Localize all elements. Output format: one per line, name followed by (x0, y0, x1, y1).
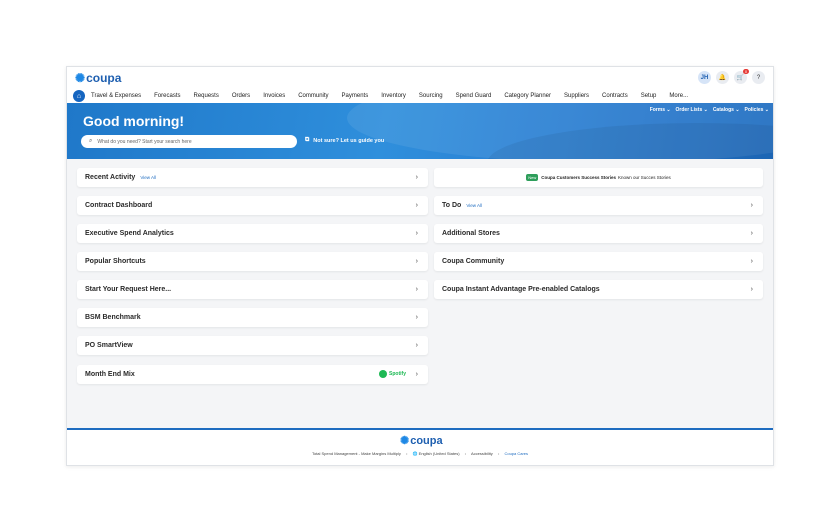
search-icon: ⌕ (89, 138, 93, 144)
coupa-cares-link[interactable]: Coupa Cares (504, 451, 528, 456)
forms-menu[interactable]: Forms ⌄ (650, 107, 671, 113)
footer-links: Total Spend Management - Make Margins Mu… (67, 451, 773, 456)
chevron-right-icon: › (415, 174, 418, 181)
separator: • (406, 451, 408, 456)
spotify-badge[interactable]: Spotify (379, 370, 406, 378)
help-icon[interactable]: ? (752, 71, 765, 84)
card-start-request[interactable]: Start Your Request Here... › (77, 280, 428, 299)
order-lists-menu[interactable]: Order Lists ⌄ (676, 107, 708, 113)
card-po-smartview[interactable]: PO SmartView › (77, 336, 428, 355)
success-title: Coupa Customers Success Stories (541, 175, 616, 180)
external-link-icon: ⧉ (305, 137, 310, 143)
chevron-right-icon: › (415, 286, 418, 293)
nav-forecasts[interactable]: Forecasts (154, 93, 180, 99)
card-label: Recent Activity (85, 174, 136, 181)
nav-payments[interactable]: Payments (342, 93, 369, 99)
card-label: Start Your Request Here... (85, 286, 172, 293)
chevron-right-icon: › (415, 371, 418, 378)
coupa-burst-icon: ✺ (400, 435, 410, 447)
hero-banner: Good morning! ⌕ What do you need? Start … (67, 103, 773, 159)
search-placeholder: What do you need? Start your search here (97, 138, 192, 145)
nav-setup[interactable]: Setup (641, 93, 657, 99)
nav-invoices[interactable]: Invoices (263, 93, 285, 99)
card-popular-shortcuts[interactable]: Popular Shortcuts › (77, 252, 428, 271)
card-label: Popular Shortcuts (85, 258, 146, 265)
card-success-stories[interactable]: New Coupa Customers Success Stories Know… (434, 168, 763, 187)
search-input[interactable]: ⌕ What do you need? Start your search he… (81, 135, 297, 148)
greeting-title: Good morning! (83, 113, 185, 129)
footer-brand-name: coupa (410, 434, 443, 447)
card-label: Executive Spend Analytics (85, 230, 174, 237)
top-header: ✺ coupa JH 🔔 🛒 0 ? (67, 67, 773, 89)
card-label: PO SmartView (85, 342, 133, 349)
nav-inventory[interactable]: Inventory (381, 93, 406, 99)
card-contract-dashboard[interactable]: Contract Dashboard › (77, 196, 428, 215)
guide-link[interactable]: ⧉ Not sure? Let us guide you (305, 137, 384, 144)
view-all-link[interactable]: View All (140, 175, 156, 180)
bell-icon[interactable]: 🔔 (716, 71, 729, 84)
page-footer: ✺ coupa Total Spend Management - Make Ma… (67, 428, 773, 465)
nav-orders[interactable]: Orders (232, 93, 250, 99)
card-executive-spend-analytics[interactable]: Executive Spend Analytics › (77, 224, 428, 243)
card-to-do[interactable]: To Do View All › (434, 196, 763, 215)
nav-requests[interactable]: Requests (193, 93, 218, 99)
card-label: Month End Mix (85, 371, 135, 378)
chevron-right-icon: › (750, 286, 753, 293)
cart-icon[interactable]: 🛒 0 (734, 69, 749, 84)
nav-category-planner[interactable]: Category Planner (504, 93, 551, 99)
chevron-right-icon: › (415, 342, 418, 349)
nav-contracts[interactable]: Contracts (602, 93, 628, 99)
nav-sourcing[interactable]: Sourcing (419, 93, 443, 99)
coupa-logo[interactable]: ✺ coupa (75, 71, 121, 85)
chevron-right-icon: › (415, 230, 418, 237)
spotify-label: Spotify (389, 371, 406, 377)
card-additional-stores[interactable]: Additional Stores › (434, 224, 763, 243)
card-recent-activity[interactable]: Recent Activity View All › (77, 168, 428, 187)
nav-more[interactable]: More... (669, 93, 688, 99)
app-window: ✺ coupa JH 🔔 🛒 0 ? ⌂ Travel & Expenses Fo… (66, 66, 774, 466)
language-selector[interactable]: English (United States) (419, 451, 460, 456)
card-coupa-community[interactable]: Coupa Community › (434, 252, 763, 271)
language-icon: 🌐 (412, 451, 418, 456)
new-tag: New (526, 174, 539, 181)
view-all-link[interactable]: View All (466, 203, 482, 208)
cart-count-badge: 0 (743, 69, 749, 74)
catalogs-menu[interactable]: Catalogs ⌄ (713, 107, 740, 113)
quick-links: Forms ⌄ Order Lists ⌄ Catalogs ⌄ Policie… (650, 107, 769, 113)
card-bsm-benchmark[interactable]: BSM Benchmark › (77, 308, 428, 327)
chevron-right-icon: › (750, 230, 753, 237)
home-icon[interactable]: ⌂ (73, 90, 85, 102)
card-label: Additional Stores (442, 230, 500, 237)
guide-link-label: Not sure? Let us guide you (313, 137, 385, 144)
nav-community[interactable]: Community (298, 93, 328, 99)
chevron-right-icon: › (415, 202, 418, 209)
separator: • (497, 451, 500, 456)
chevron-right-icon: › (750, 258, 753, 265)
spotify-icon (379, 370, 388, 378)
footer-tagline: Total Spend Management - Make Margins Mu… (311, 451, 401, 456)
chevron-right-icon: › (415, 258, 418, 265)
chevron-right-icon: › (415, 314, 418, 321)
footer-logo[interactable]: ✺ coupa (400, 434, 443, 448)
separator: • (464, 451, 467, 456)
card-label: BSM Benchmark (85, 314, 141, 321)
nav-suppliers[interactable]: Suppliers (564, 93, 589, 99)
card-label: Coupa Community (442, 258, 505, 265)
policies-menu[interactable]: Policies ⌄ (745, 107, 769, 113)
main-nav: ⌂ Travel & Expenses Forecasts Requests O… (67, 89, 773, 103)
nav-travel-expenses[interactable]: Travel & Expenses (91, 93, 141, 99)
card-month-end-mix[interactable]: Month End Mix Spotify › (77, 365, 428, 384)
card-label: Coupa Instant Advantage Pre-enabled Cata… (442, 286, 600, 293)
card-label: Contract Dashboard (85, 202, 153, 209)
card-instant-advantage[interactable]: Coupa Instant Advantage Pre-enabled Cata… (434, 280, 763, 299)
coupa-burst-icon: ✺ (75, 71, 86, 85)
accessibility-link[interactable]: Accessibility (471, 451, 493, 456)
chevron-right-icon: › (750, 202, 753, 209)
nav-spend-guard[interactable]: Spend Guard (456, 93, 492, 99)
header-actions: JH 🔔 🛒 0 ? (698, 69, 765, 84)
avatar[interactable]: JH (698, 71, 711, 84)
success-subtitle: Known our Succes Stories (618, 175, 671, 180)
card-label: To Do (442, 202, 462, 209)
brand-name: coupa (86, 71, 122, 85)
